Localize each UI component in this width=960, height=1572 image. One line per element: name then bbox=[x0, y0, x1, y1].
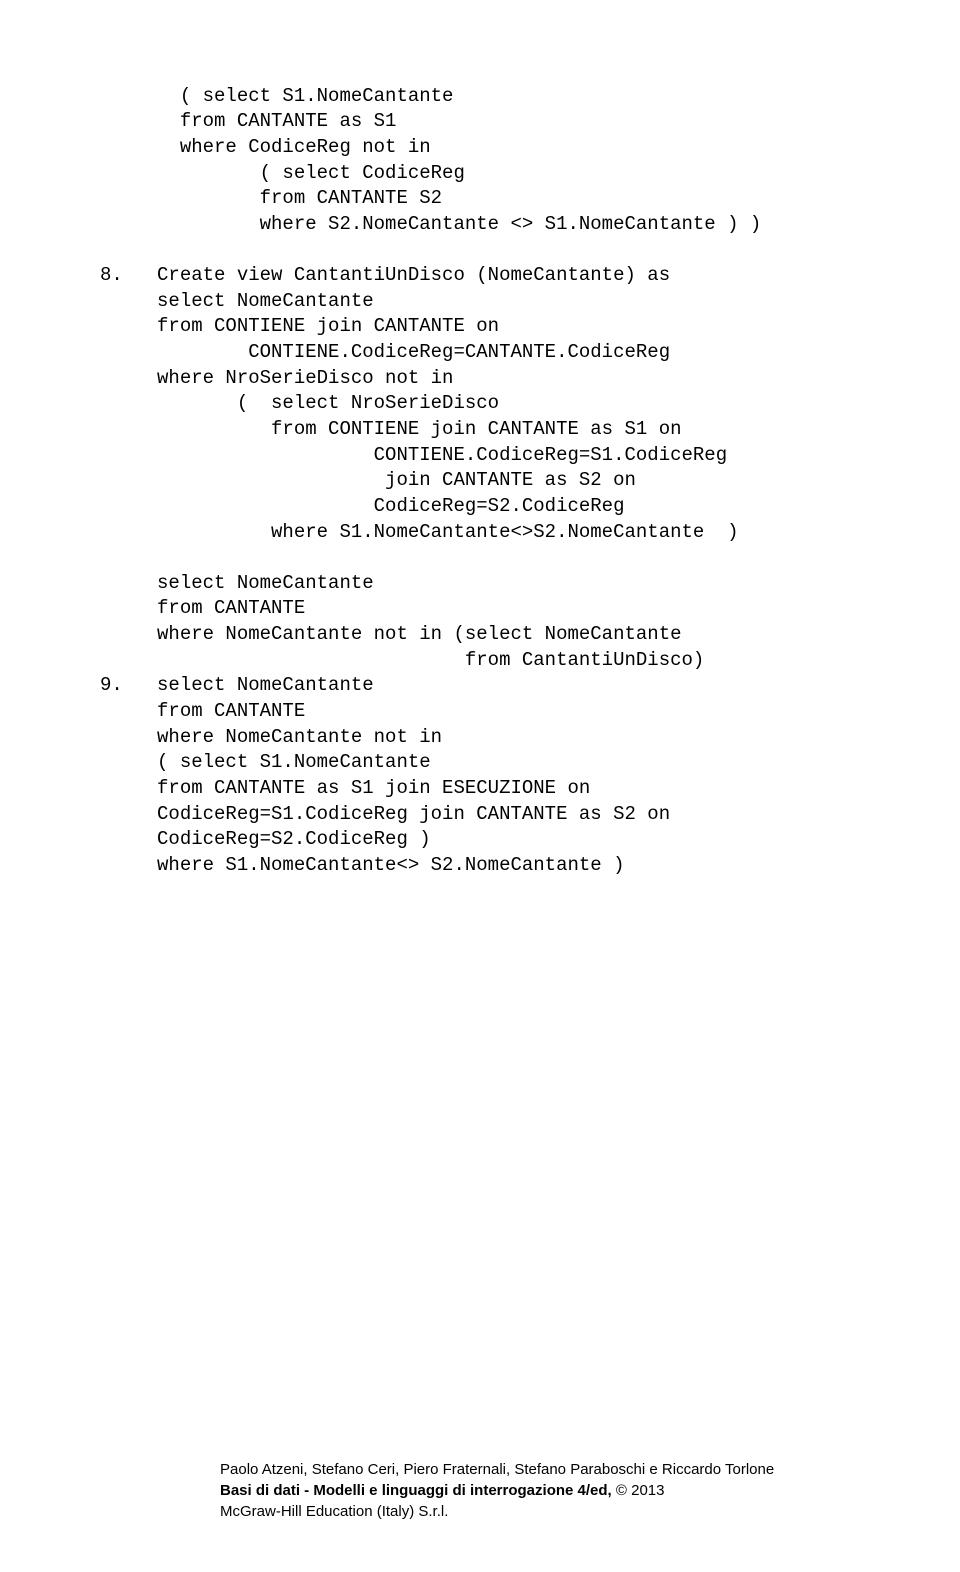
code-line: CONTIENE.CodiceReg=S1.CodiceReg bbox=[100, 444, 727, 466]
code-line: where S2.NomeCantante <> S1.NomeCantante… bbox=[100, 213, 761, 235]
code-line: from CantantiUnDisco) bbox=[100, 649, 704, 671]
code-line: 8. Create view CantantiUnDisco (NomeCant… bbox=[100, 264, 670, 286]
code-line: 9. select NomeCantante bbox=[100, 674, 374, 696]
footer-publisher: McGraw-Hill Education (Italy) S.r.l. bbox=[220, 1501, 774, 1522]
code-line: ( select S1.NomeCantante bbox=[100, 85, 453, 107]
footer: Paolo Atzeni, Stefano Ceri, Piero Frater… bbox=[220, 1459, 774, 1522]
code-line: ( select NroSerieDisco bbox=[100, 392, 499, 414]
code-line: CodiceReg=S1.CodiceReg join CANTANTE as … bbox=[100, 803, 670, 825]
code-line: join CANTANTE as S2 on bbox=[100, 469, 636, 491]
code-line: ( select CodiceReg bbox=[100, 162, 465, 184]
footer-authors: Paolo Atzeni, Stefano Ceri, Piero Frater… bbox=[220, 1459, 774, 1480]
code-line: from CANTANTE S2 bbox=[100, 187, 442, 209]
code-line: where NroSerieDisco not in bbox=[100, 367, 453, 389]
code-line: select NomeCantante bbox=[100, 290, 374, 312]
code-line: from CANTANTE as S1 bbox=[100, 110, 396, 132]
code-line: from CANTANTE as S1 join ESECUZIONE on bbox=[100, 777, 590, 799]
footer-year: © 2013 bbox=[612, 1482, 665, 1499]
footer-title: Basi di dati - Modelli e linguaggi di in… bbox=[220, 1482, 612, 1499]
code-line: from CONTIENE join CANTANTE as S1 on bbox=[100, 418, 682, 440]
code-line: from CONTIENE join CANTANTE on bbox=[100, 315, 499, 337]
code-line: select NomeCantante bbox=[100, 572, 374, 594]
code-line: CodiceReg=S2.CodiceReg ) bbox=[100, 828, 431, 850]
code-line: where S1.NomeCantante<>S2.NomeCantante ) bbox=[100, 521, 739, 543]
code-line: CONTIENE.CodiceReg=CANTANTE.CodiceReg bbox=[100, 341, 670, 363]
code-line: where S1.NomeCantante<> S2.NomeCantante … bbox=[100, 854, 625, 876]
code-line: where NomeCantante not in bbox=[100, 726, 442, 748]
code-line: from CANTANTE bbox=[100, 700, 305, 722]
code-line: from CANTANTE bbox=[100, 597, 305, 619]
code-line: where CodiceReg not in bbox=[100, 136, 431, 158]
code-line: where NomeCantante not in (select NomeCa… bbox=[100, 623, 682, 645]
code-line: ( select S1.NomeCantante bbox=[100, 751, 431, 773]
document-body: ( select S1.NomeCantante from CANTANTE a… bbox=[0, 58, 960, 879]
code-line: CodiceReg=S2.CodiceReg bbox=[100, 495, 625, 517]
footer-title-line: Basi di dati - Modelli e linguaggi di in… bbox=[220, 1480, 774, 1501]
